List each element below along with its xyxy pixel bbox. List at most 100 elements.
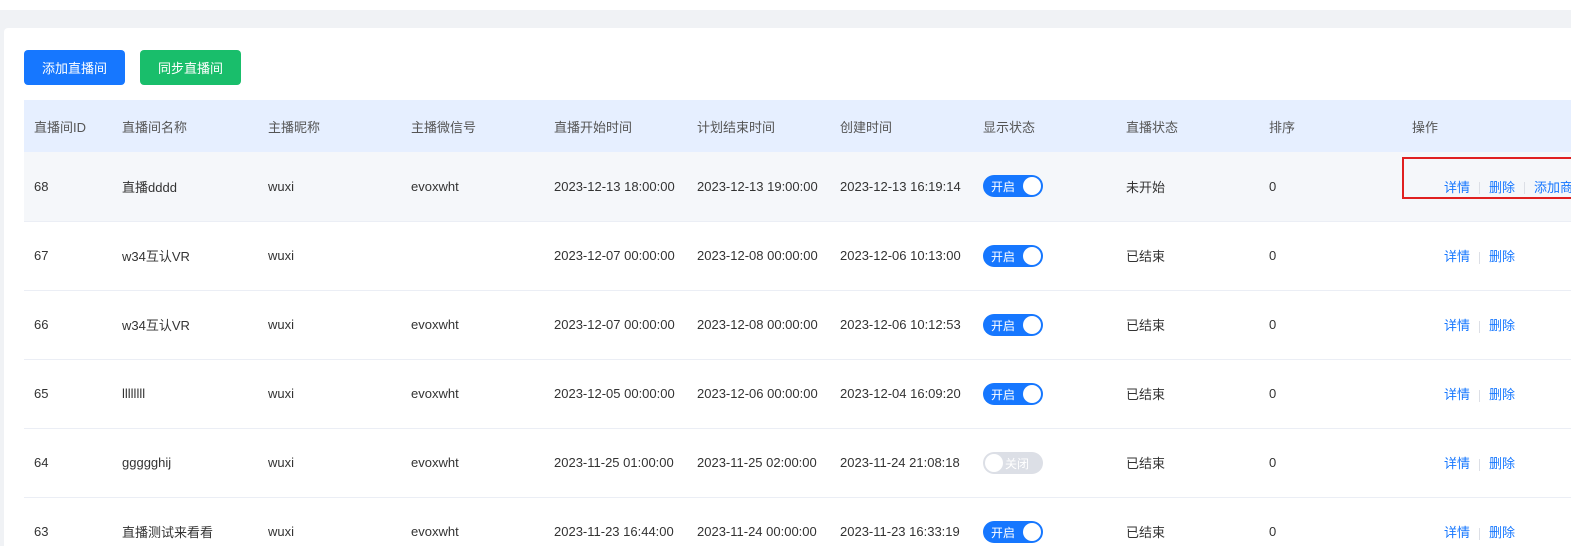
cell-ops: 详情 删除 — [1402, 359, 1571, 428]
cell-name: llllllll — [122, 386, 146, 401]
cell-id: 65 — [34, 386, 49, 401]
delete-link[interactable]: 删除 — [1489, 318, 1515, 333]
col-header-nick: 主播昵称 — [268, 119, 321, 135]
cell-wechat: evoxwht — [411, 178, 459, 194]
col-header-ops: 操作 — [1412, 119, 1439, 135]
cell-sort: 0 — [1269, 455, 1277, 470]
row-actions: 详情 删除 — [1444, 384, 1515, 403]
toggle-label: 开启 — [991, 180, 1016, 195]
cell-created: 2023-12-04 16:09:20 — [840, 386, 961, 401]
add-live-room-button[interactable]: 添加直播间 — [24, 50, 125, 85]
cell-name: ggggghij — [122, 455, 172, 470]
cell-ops: 详情 删除 — [1402, 221, 1571, 290]
delete-link[interactable]: 删除 — [1489, 387, 1515, 402]
cell-created: 2023-11-23 16:33:19 — [840, 524, 960, 539]
cell-start: 2023-12-05 00:00:00 — [554, 386, 675, 401]
cell-nick: wuxi — [268, 524, 295, 539]
col-header-display: 显示状态 — [983, 119, 1036, 135]
detail-link[interactable]: 详情 — [1444, 456, 1470, 471]
col-header-sort: 排序 — [1269, 119, 1296, 135]
cell-created: 2023-12-13 16:19:14 — [840, 178, 961, 194]
cell-id: 64 — [34, 455, 49, 470]
cell-created: 2023-11-24 21:08:18 — [840, 455, 960, 470]
cell-end: 2023-11-24 00:00:00 — [697, 524, 817, 539]
cell-wechat: evoxwht — [411, 386, 459, 401]
detail-link[interactable]: 详情 — [1444, 249, 1470, 264]
cell-display: 开启 — [973, 152, 1116, 221]
toggle-label: 开启 — [991, 525, 1016, 540]
cell-end: 2023-12-13 19:00:00 — [697, 178, 818, 194]
sync-live-room-button[interactable]: 同步直播间 — [140, 50, 241, 85]
cell-name: w34互认VR — [122, 249, 190, 264]
row-actions: 详情 删除 — [1444, 315, 1515, 334]
cell-name: w34互认VR — [122, 318, 190, 333]
toggle-knob — [1023, 315, 1041, 334]
live-room-table: 直播间ID 直播间名称 主播昵称 主播微信号 直播开始时间 计划结束时间 创建时… — [24, 100, 1571, 546]
toggle-label: 开启 — [991, 249, 1016, 264]
detail-link[interactable]: 详情 — [1444, 525, 1470, 540]
live-room-panel: 添加直播间 同步直播间 直播间ID 直播间名称 主播昵称 主播微信号 直播开始时… — [4, 28, 1571, 546]
display-toggle[interactable]: 关闭 — [983, 451, 1043, 474]
cell-nick: wuxi — [268, 248, 295, 263]
table-row: 64 ggggghij wuxi evoxwht 2023-11-25 01:0… — [24, 428, 1571, 497]
toggle-knob — [1023, 246, 1041, 265]
divider — [1479, 389, 1481, 402]
row-actions: 详情删除添加商品 — [1402, 156, 1571, 199]
display-toggle[interactable]: 开启 — [983, 244, 1043, 267]
cell-name: 直播测试来看看 — [122, 525, 214, 540]
cell-status: 已结束 — [1126, 456, 1166, 471]
detail-link[interactable]: 详情 — [1444, 387, 1470, 402]
delete-link[interactable]: 删除 — [1489, 456, 1515, 471]
cell-display: 开启 — [973, 221, 1116, 290]
cell-nick: wuxi — [268, 386, 295, 401]
cell-end: 2023-12-06 00:00:00 — [697, 386, 818, 401]
cell-status: 未开始 — [1126, 179, 1166, 195]
cell-id: 66 — [34, 317, 49, 332]
toggle-label: 开启 — [991, 387, 1016, 402]
cell-status: 已结束 — [1126, 525, 1166, 540]
cell-wechat: evoxwht — [411, 455, 459, 470]
cell-nick: wuxi — [268, 317, 295, 332]
delete-link[interactable]: 删除 — [1489, 249, 1515, 264]
cell-created: 2023-12-06 10:12:53 — [840, 317, 961, 332]
cell-name: 直播dddd — [122, 179, 177, 195]
delete-link[interactable]: 删除 — [1489, 525, 1515, 540]
cell-status: 已结束 — [1126, 318, 1166, 333]
divider — [1479, 320, 1481, 333]
detail-link[interactable]: 详情 — [1444, 318, 1470, 333]
toggle-knob — [1023, 177, 1041, 196]
cell-nick: wuxi — [268, 178, 295, 194]
cell-ops: 详情 删除 — [1402, 497, 1571, 546]
cell-end: 2023-12-08 00:00:00 — [697, 317, 818, 332]
row-actions: 详情 删除 — [1444, 453, 1515, 472]
col-header-wechat: 主播微信号 — [411, 119, 477, 135]
cell-created: 2023-12-06 10:13:00 — [840, 248, 961, 263]
cell-start: 2023-11-23 16:44:00 — [554, 524, 674, 539]
cell-ops: 详情 删除 — [1402, 290, 1571, 359]
table-row: 65 llllllll wuxi evoxwht 2023-12-05 00:0… — [24, 359, 1571, 428]
top-strip — [0, 0, 1571, 10]
highlight-box — [1402, 156, 1571, 199]
col-header-end: 计划结束时间 — [697, 119, 776, 135]
cell-id: 67 — [34, 248, 49, 263]
cell-ops: 详情删除添加商品 — [1402, 152, 1571, 221]
cell-sort: 0 — [1269, 248, 1277, 263]
table-row: 66 w34互认VR wuxi evoxwht 2023-12-07 00:00… — [24, 290, 1571, 359]
cell-wechat: evoxwht — [411, 317, 459, 332]
toggle-knob — [1023, 522, 1041, 541]
table-header: 直播间ID 直播间名称 主播昵称 主播微信号 直播开始时间 计划结束时间 创建时… — [24, 100, 1571, 152]
cell-nick: wuxi — [268, 455, 295, 470]
cell-id: 68 — [34, 178, 49, 194]
cell-sort: 0 — [1269, 386, 1277, 401]
col-header-id: 直播间ID — [34, 119, 87, 135]
display-toggle[interactable]: 开启 — [983, 520, 1043, 543]
display-toggle[interactable]: 开启 — [983, 313, 1043, 336]
display-toggle[interactable]: 开启 — [983, 382, 1043, 405]
cell-wechat: evoxwht — [411, 524, 459, 539]
cell-start: 2023-12-13 18:00:00 — [554, 178, 675, 194]
col-header-status: 直播状态 — [1126, 119, 1179, 135]
display-toggle[interactable]: 开启 — [983, 175, 1043, 198]
row-actions: 详情 删除 — [1444, 246, 1515, 265]
divider — [1479, 251, 1481, 264]
cell-display: 开启 — [973, 497, 1116, 546]
